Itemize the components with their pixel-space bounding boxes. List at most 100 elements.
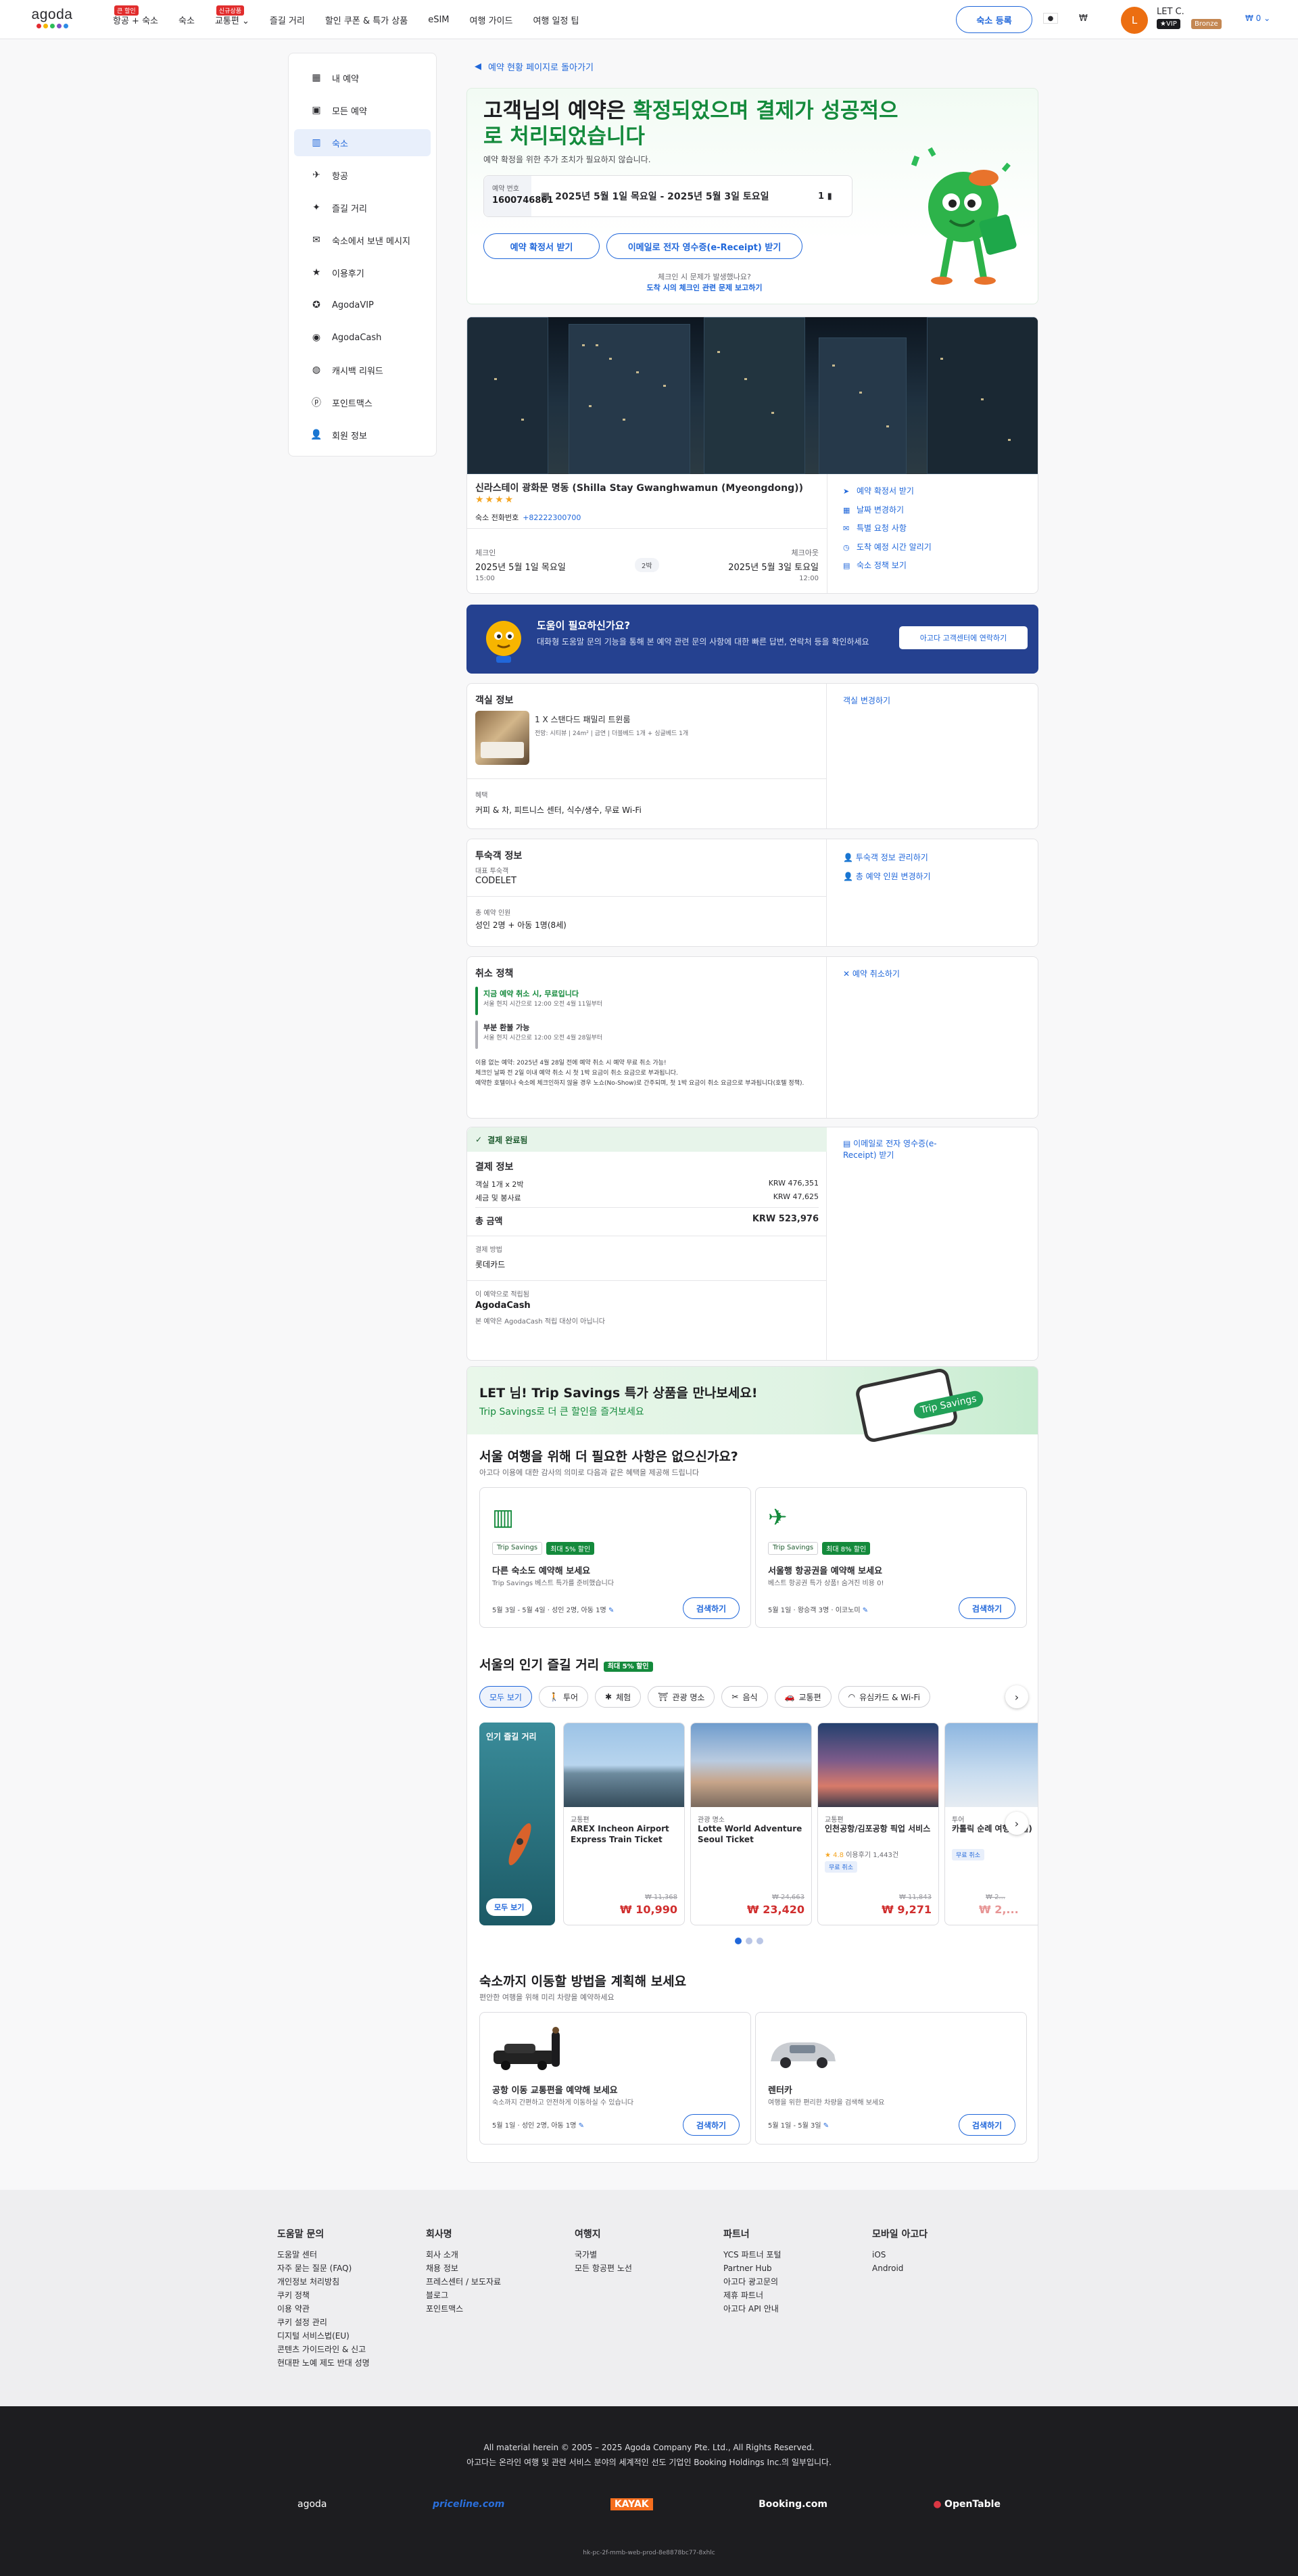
back-link[interactable]: ◀ 예약 현황 페이지로 돌아가기 <box>475 53 1038 80</box>
search-button[interactable]: 검색하기 <box>959 2114 1015 2136</box>
footer-link[interactable]: 제휴 파트너 <box>723 2289 782 2302</box>
nav-activities[interactable]: 즐길 거리 <box>268 11 306 29</box>
hotel-link-confirmation[interactable]: ➤ 예약 확정서 받기 <box>843 482 932 501</box>
airport-transfer-card[interactable]: 공항 이동 교통편을 예약해 보세요 숙소까지 간편하고 안전하게 이동하실 수… <box>479 2012 751 2145</box>
popular-activities-card[interactable]: 인기 즐길 거리 모두 보기 <box>479 1723 555 1925</box>
activity-card[interactable]: 관광 명소 Lotte World Adventure Seoul Ticket… <box>690 1723 812 1925</box>
activity-card[interactable]: 교통편 AREX Incheon Airport Express Train T… <box>563 1723 685 1925</box>
wallet-balance[interactable]: ₩ 0 ⌄ <box>1245 14 1270 23</box>
cancel-booking-link[interactable]: ✕ 예약 취소하기 <box>843 968 900 979</box>
footer-link[interactable]: 이용 약관 <box>277 2302 370 2316</box>
footer-link[interactable]: 모든 항공편 노선 <box>575 2262 632 2275</box>
footer-link[interactable]: 블로그 <box>426 2289 501 2302</box>
footer-link[interactable]: iOS <box>872 2248 928 2262</box>
footer-link[interactable]: 포인트맥스 <box>426 2302 501 2316</box>
chip-sim-wifi[interactable]: ◠ 유심카드 & Wi-Fi <box>838 1686 930 1708</box>
offer-details: 5월 3일 - 5월 4일 · 성인 2명, 아동 1명 ✎ <box>492 1604 614 1614</box>
contact-support-button[interactable]: 아고다 고객센터에 연락하기 <box>899 626 1028 649</box>
page-dot[interactable] <box>735 1938 742 1944</box>
phone-link[interactable]: +82222300700 <box>523 513 581 522</box>
footer-link[interactable]: 아고다 광고문의 <box>723 2275 782 2289</box>
chip-tours[interactable]: 🚶 투어 <box>538 1686 589 1708</box>
user-name[interactable]: LET C. <box>1157 7 1184 17</box>
search-button[interactable]: 검색하기 <box>683 2114 740 2136</box>
sidebar-item-vip[interactable]: ✪ AgodaVIP <box>294 291 431 319</box>
page-dot[interactable] <box>756 1938 763 1944</box>
footer-link[interactable]: 프레스센터 / 보도자료 <box>426 2275 501 2289</box>
chip-food[interactable]: ✂ 음식 <box>721 1686 768 1708</box>
nav-esim[interactable]: eSIM <box>427 12 450 28</box>
get-confirmation-button[interactable]: 예약 확정서 받기 <box>483 233 600 259</box>
footer-link[interactable]: 개인정보 처리방침 <box>277 2275 370 2289</box>
chip-attractions[interactable]: ⛩ 관광 명소 <box>648 1686 715 1708</box>
edit-icon[interactable]: ✎ <box>823 2122 829 2130</box>
footer-link[interactable]: 자주 묻는 질문 (FAQ) <box>277 2262 370 2275</box>
footer-link[interactable]: 아고다 API 안내 <box>723 2302 782 2316</box>
search-button[interactable]: 검색하기 <box>959 1597 1015 1619</box>
footer-link[interactable]: Android <box>872 2262 928 2275</box>
hotel-link-arrival-time[interactable]: ◷ 도착 예정 시간 알리기 <box>843 538 932 557</box>
nav-transport[interactable]: 신규상품 교통편 ⌄ <box>214 5 251 29</box>
footer-link[interactable]: 쿠키 설정 관리 <box>277 2316 370 2329</box>
checkin-issue-link[interactable]: 도착 시의 체크인 관련 문제 보고하기 <box>606 282 802 293</box>
offer-card-hotel[interactable]: ▥ Trip Savings 최대 5% 할인 다른 숙소도 예약해 보세요 Tr… <box>479 1487 751 1628</box>
sidebar-item-cash[interactable]: ◉ AgodaCash <box>294 324 431 351</box>
chip-transport[interactable]: 🚗 교통편 <box>774 1686 832 1708</box>
change-room-link[interactable]: 객실 변경하기 <box>843 695 890 706</box>
hotel-link-policy[interactable]: ▤ 숙소 정책 보기 <box>843 557 932 576</box>
nav-flight-hotel[interactable]: 큰 할인 항공 + 숙소 <box>112 5 160 29</box>
sidebar-item-messages[interactable]: ✉ 숙소에서 보낸 메시지 <box>294 227 431 254</box>
footer-link[interactable]: YCS 파트너 포털 <box>723 2248 782 2262</box>
footer-link[interactable]: 디지털 서비스법(EU) <box>277 2329 370 2343</box>
nav-travel-guide[interactable]: 여행 가이드 <box>468 11 514 29</box>
sidebar-item-reviews[interactable]: ★ 이용후기 <box>294 259 431 286</box>
sidebar-item-profile[interactable]: 👤 회원 정보 <box>294 421 431 448</box>
hotel-name[interactable]: 신라스테이 광화문 명동 (Shilla Stay Gwanghwamun (M… <box>475 481 803 494</box>
sidebar-item-my-bookings[interactable]: ▦ 내 예약 <box>294 64 431 91</box>
sidebar-item-hotels[interactable]: ▥ 숙소 <box>294 129 431 156</box>
list-property-button[interactable]: 숙소 등록 <box>956 6 1032 33</box>
sidebar-item-flights[interactable]: ✈ 항공 <box>294 162 431 189</box>
edit-icon[interactable]: ✎ <box>863 1607 868 1614</box>
room-photo[interactable] <box>475 711 529 765</box>
email-receipt-button[interactable]: 이메일로 전자 영수증(e-Receipt) 받기 <box>606 233 802 259</box>
sidebar-item-label: 항공 <box>332 171 348 182</box>
footer-link[interactable]: 콘텐츠 가이드라인 & 신고 <box>277 2343 370 2356</box>
search-button[interactable]: 검색하기 <box>683 1597 740 1619</box>
manage-guest-link[interactable]: 👤 투숙객 정보 관리하기 <box>843 851 928 863</box>
page-dot[interactable] <box>746 1938 752 1944</box>
sidebar-item-activities[interactable]: ✦ 즐길 거리 <box>294 194 431 221</box>
view-all-button[interactable]: 모두 보기 <box>486 1898 533 1916</box>
change-guest-count-link[interactable]: 👤 총 예약 인원 변경하기 <box>843 870 931 882</box>
hotel-link-special-request[interactable]: ✉ 특별 요청 사항 <box>843 519 932 538</box>
agoda-logo[interactable]: agoda <box>26 7 78 34</box>
footer-link[interactable]: 채용 정보 <box>426 2262 501 2275</box>
footer-link[interactable]: 국가별 <box>575 2248 632 2262</box>
nav-deals[interactable]: 할인 쿠폰 & 특가 상품 <box>324 11 409 29</box>
chip-all[interactable]: 모두 보기 <box>479 1686 532 1708</box>
nav-tips[interactable]: 여행 일정 팁 <box>531 11 580 29</box>
korea-flag-icon[interactable]: ● <box>1043 13 1058 24</box>
avatar[interactable]: L <box>1121 7 1148 34</box>
footer-link[interactable]: 회사 소개 <box>426 2248 501 2262</box>
sidebar-item-pointsmax[interactable]: ⓟ 포인트맥스 <box>294 389 431 416</box>
footer-link[interactable]: 현대판 노예 제도 반대 성명 <box>277 2356 370 2370</box>
edit-icon[interactable]: ✎ <box>608 1607 614 1614</box>
nav-hotels[interactable]: 숙소 <box>177 11 196 29</box>
sidebar-item-cashback[interactable]: ◍ 캐시백 리워드 <box>294 356 431 383</box>
offer-card-flight[interactable]: ✈ Trip Savings 최대 8% 할인 서울행 항공권을 예약해 보세요 … <box>755 1487 1027 1628</box>
carousel-next-arrow-icon[interactable]: › <box>1005 1812 1028 1835</box>
activity-card[interactable]: 교통편 인천공항/김포공항 픽업 서비스 ★ 4.8 이용후기 1,443건 무… <box>817 1723 939 1925</box>
footer-link[interactable]: 도움말 센터 <box>277 2248 370 2262</box>
sidebar-item-all-bookings[interactable]: ▣ 모든 예약 <box>294 97 431 124</box>
email-receipt-link[interactable]: ▤ 이메일로 전자 영수증(e-Receipt) 받기 <box>843 1138 951 1161</box>
hotel-link-change-dates[interactable]: ▦ 날짜 변경하기 <box>843 501 932 520</box>
footer-link[interactable]: 쿠키 정책 <box>277 2289 370 2302</box>
chips-next-arrow-icon[interactable]: › <box>1005 1685 1028 1708</box>
footer-link[interactable]: Partner Hub <box>723 2262 782 2275</box>
currency-selector[interactable]: ₩ <box>1079 14 1088 24</box>
chip-experiences[interactable]: ✱ 체험 <box>595 1686 642 1708</box>
car-rental-card[interactable]: 렌터카 여행을 위한 편리한 차량을 검색해 보세요 5월 1일 - 5월 3일… <box>755 2012 1027 2145</box>
edit-icon[interactable]: ✎ <box>579 2122 584 2130</box>
hotel-photo[interactable] <box>467 317 1038 474</box>
